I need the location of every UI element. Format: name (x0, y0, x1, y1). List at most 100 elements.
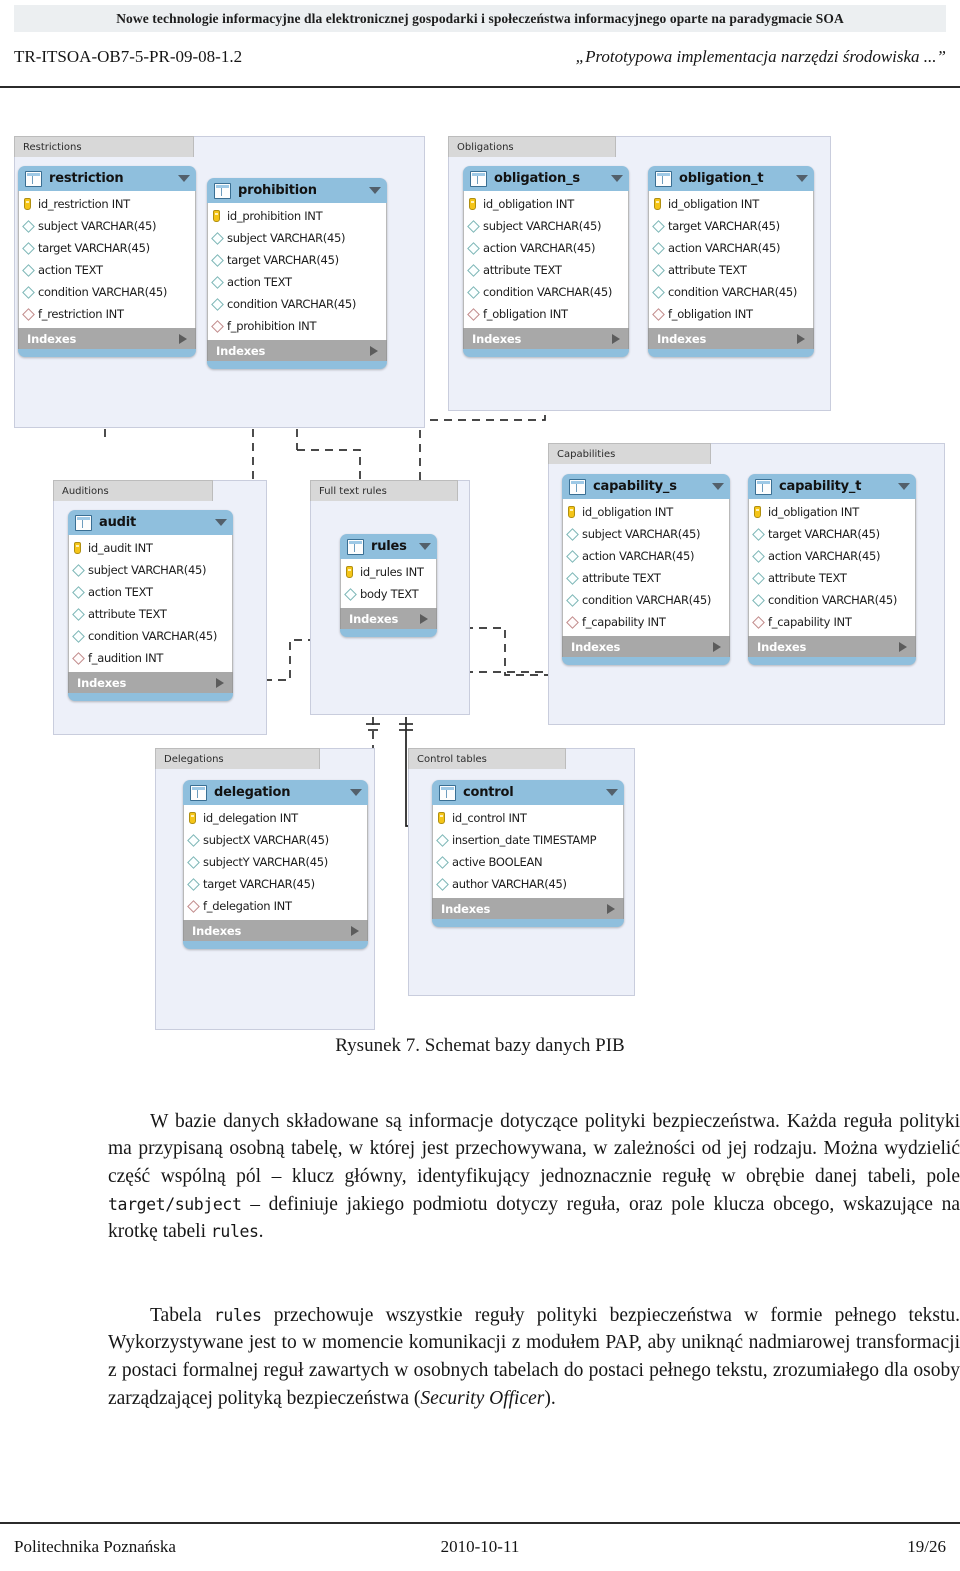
chevron-right-icon[interactable] (607, 903, 615, 914)
foreign-key-icon (467, 307, 483, 321)
table-card-obligation-s[interactable]: obligation_s id_obligation INT subject V… (463, 166, 629, 357)
chevron-down-icon[interactable] (606, 789, 618, 796)
column-label: condition VARCHAR(45) (227, 297, 357, 311)
group-tab-fulltextrules[interactable]: Full text rules (310, 480, 458, 501)
column-label: action TEXT (227, 275, 292, 289)
indexes-bar[interactable]: Indexes (340, 608, 437, 629)
indexes-bar[interactable]: Indexes (432, 898, 624, 919)
table-card-rules[interactable]: rules id_rules INT body TEXT Indexes (340, 534, 437, 637)
column-label: action VARCHAR(45) (483, 241, 596, 255)
chevron-down-icon[interactable] (611, 175, 623, 182)
column-icon (187, 877, 203, 891)
document-footer: Politechnika Poznańska 2010-10-11 19/26 (14, 1534, 946, 1560)
group-tab-obligations[interactable]: Obligations (448, 136, 616, 157)
table-card-restriction[interactable]: restriction id_restriction INT subject V… (18, 166, 196, 357)
table-card-prohibition[interactable]: prohibition id_prohibition INT subject V… (207, 178, 387, 369)
indexes-bar[interactable]: Indexes (562, 636, 730, 657)
group-tab-restrictions[interactable]: Restrictions (14, 136, 194, 157)
table-header-audit[interactable]: audit (68, 510, 233, 535)
column-label: target VARCHAR(45) (203, 877, 315, 891)
column-label: attribute TEXT (582, 571, 661, 585)
table-header-delegation[interactable]: delegation (183, 780, 368, 805)
indexes-bar[interactable]: Indexes (183, 920, 368, 941)
footer-page-number: 19/26 (907, 1537, 946, 1556)
table-card-obligation-t[interactable]: obligation_t id_obligation INT target VA… (648, 166, 814, 357)
column-icon (211, 253, 227, 267)
column-label: f_prohibition INT (227, 319, 317, 333)
table-header-prohibition[interactable]: prohibition (207, 178, 387, 203)
chevron-right-icon[interactable] (713, 641, 721, 652)
column-icon (467, 219, 483, 233)
table-header-control[interactable]: control (432, 780, 624, 805)
group-tab-capabilities[interactable]: Capabilities (548, 443, 711, 464)
chevron-down-icon[interactable] (898, 483, 910, 490)
table-name-obligation-t: obligation_t (679, 171, 764, 186)
chevron-down-icon[interactable] (215, 519, 227, 526)
indexes-bar[interactable]: Indexes (207, 340, 387, 361)
table-header-rules[interactable]: rules (340, 534, 437, 559)
chevron-down-icon[interactable] (419, 543, 431, 550)
table-column: target VARCHAR(45) (208, 249, 386, 271)
group-label-auditions: Auditions (62, 485, 109, 497)
table-card-capability-t[interactable]: capability_t id_obligation INT target VA… (748, 474, 916, 665)
table-column: id_delegation INT (184, 807, 367, 829)
indexes-label: Indexes (757, 639, 807, 654)
chevron-right-icon[interactable] (216, 677, 224, 688)
column-icon (566, 571, 582, 585)
foreign-key-icon (22, 307, 38, 321)
footer-divider (0, 1522, 960, 1524)
chevron-down-icon[interactable] (350, 789, 362, 796)
table-icon (347, 538, 364, 555)
chevron-right-icon[interactable] (370, 345, 378, 356)
column-label: target VARCHAR(45) (38, 241, 150, 255)
table-card-capability-s[interactable]: capability_s id_obligation INT subject V… (562, 474, 730, 665)
column-label: condition VARCHAR(45) (88, 629, 218, 643)
column-label: target VARCHAR(45) (668, 219, 780, 233)
table-card-audit[interactable]: audit id_audit INT subject VARCHAR(45) a… (68, 510, 233, 701)
foreign-key-icon (187, 899, 203, 913)
table-header-restriction[interactable]: restriction (18, 166, 196, 191)
indexes-bar[interactable]: Indexes (463, 328, 629, 349)
paragraph-1: W bazie danych składowane są informacje … (108, 1108, 960, 1246)
chevron-right-icon[interactable] (797, 333, 805, 344)
table-column: body TEXT (341, 583, 436, 605)
table-header-obligation-s[interactable]: obligation_s (463, 166, 629, 191)
chevron-right-icon[interactable] (420, 613, 428, 624)
column-icon (752, 593, 768, 607)
document-id: TR-ITSOA-OB7-5-PR-09-08-1.2 (14, 47, 243, 66)
table-icon (470, 170, 487, 187)
footer-institution: Politechnika Poznańska (14, 1537, 176, 1556)
group-label-obligations: Obligations (457, 141, 514, 153)
indexes-label: Indexes (441, 901, 491, 916)
column-icon (436, 855, 452, 869)
column-label: f_restriction INT (38, 307, 124, 321)
table-columns-obligation-t: id_obligation INT target VARCHAR(45) act… (648, 191, 814, 328)
table-header-capability-t[interactable]: capability_t (748, 474, 916, 499)
table-card-control[interactable]: control id_control INT insertion_date TI… (432, 780, 624, 927)
group-tab-auditions[interactable]: Auditions (53, 480, 213, 501)
chevron-right-icon[interactable] (612, 333, 620, 344)
primary-key-icon (654, 198, 668, 210)
chevron-down-icon[interactable] (712, 483, 724, 490)
chevron-right-icon[interactable] (351, 925, 359, 936)
indexes-bar[interactable]: Indexes (68, 672, 233, 693)
table-column: subjectX VARCHAR(45) (184, 829, 367, 851)
chevron-down-icon[interactable] (178, 175, 190, 182)
group-tab-controltables[interactable]: Control tables (408, 748, 566, 769)
table-card-delegation[interactable]: delegation id_delegation INT subjectX VA… (183, 780, 368, 949)
chevron-right-icon[interactable] (179, 333, 187, 344)
table-header-obligation-t[interactable]: obligation_t (648, 166, 814, 191)
column-label: subjectX VARCHAR(45) (203, 833, 329, 847)
chevron-right-icon[interactable] (899, 641, 907, 652)
group-tab-delegations[interactable]: Delegations (155, 748, 320, 769)
indexes-bar[interactable]: Indexes (18, 328, 196, 349)
chevron-down-icon[interactable] (796, 175, 808, 182)
table-icon (439, 784, 456, 801)
indexes-bar[interactable]: Indexes (648, 328, 814, 349)
chevron-down-icon[interactable] (369, 187, 381, 194)
table-column: action VARCHAR(45) (563, 545, 729, 567)
indexes-bar[interactable]: Indexes (748, 636, 916, 657)
column-label: target VARCHAR(45) (768, 527, 880, 541)
table-header-capability-s[interactable]: capability_s (562, 474, 730, 499)
column-label: id_audit INT (88, 541, 153, 555)
